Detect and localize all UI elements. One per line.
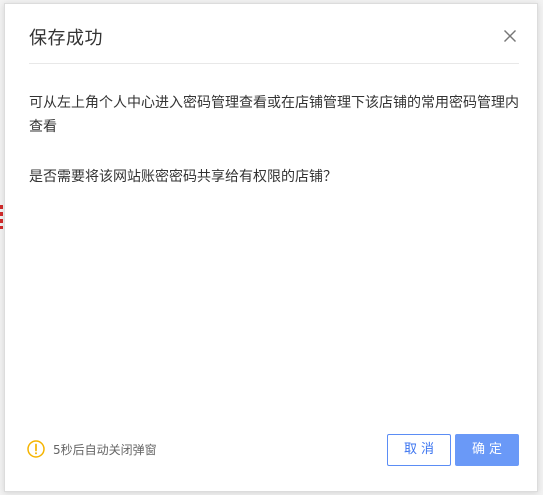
close-icon <box>503 29 517 43</box>
dialog-body: 可从左上角个人中心进入密码管理查看或在店铺管理下该店铺的常用密码管理内查看 是否… <box>29 91 519 189</box>
save-success-dialog: 保存成功 可从左上角个人中心进入密码管理查看或在店铺管理下该店铺的常用密码管理内… <box>4 3 538 492</box>
dialog-title: 保存成功 <box>29 28 103 49</box>
dialog-header: 保存成功 <box>5 4 537 66</box>
background-red-marker <box>0 205 3 229</box>
share-question: 是否需要将该网站账密密码共享给有权限的店铺？ <box>29 169 337 185</box>
header-divider <box>29 63 519 64</box>
auto-close-notice: 5秒后自动关闭弹窗 <box>27 440 157 458</box>
auto-close-text: 5秒后自动关闭弹窗 <box>53 442 157 457</box>
close-button[interactable] <box>503 29 517 43</box>
warning-circle-icon <box>27 440 45 458</box>
info-message: 可从左上角个人中心进入密码管理查看或在店铺管理下该店铺的常用密码管理内查看 <box>29 95 519 135</box>
confirm-button[interactable]: 确定 <box>455 434 519 466</box>
cancel-button[interactable]: 取消 <box>387 434 451 466</box>
dialog-footer: 5秒后自动关闭弹窗 取消 确定 <box>5 425 537 491</box>
